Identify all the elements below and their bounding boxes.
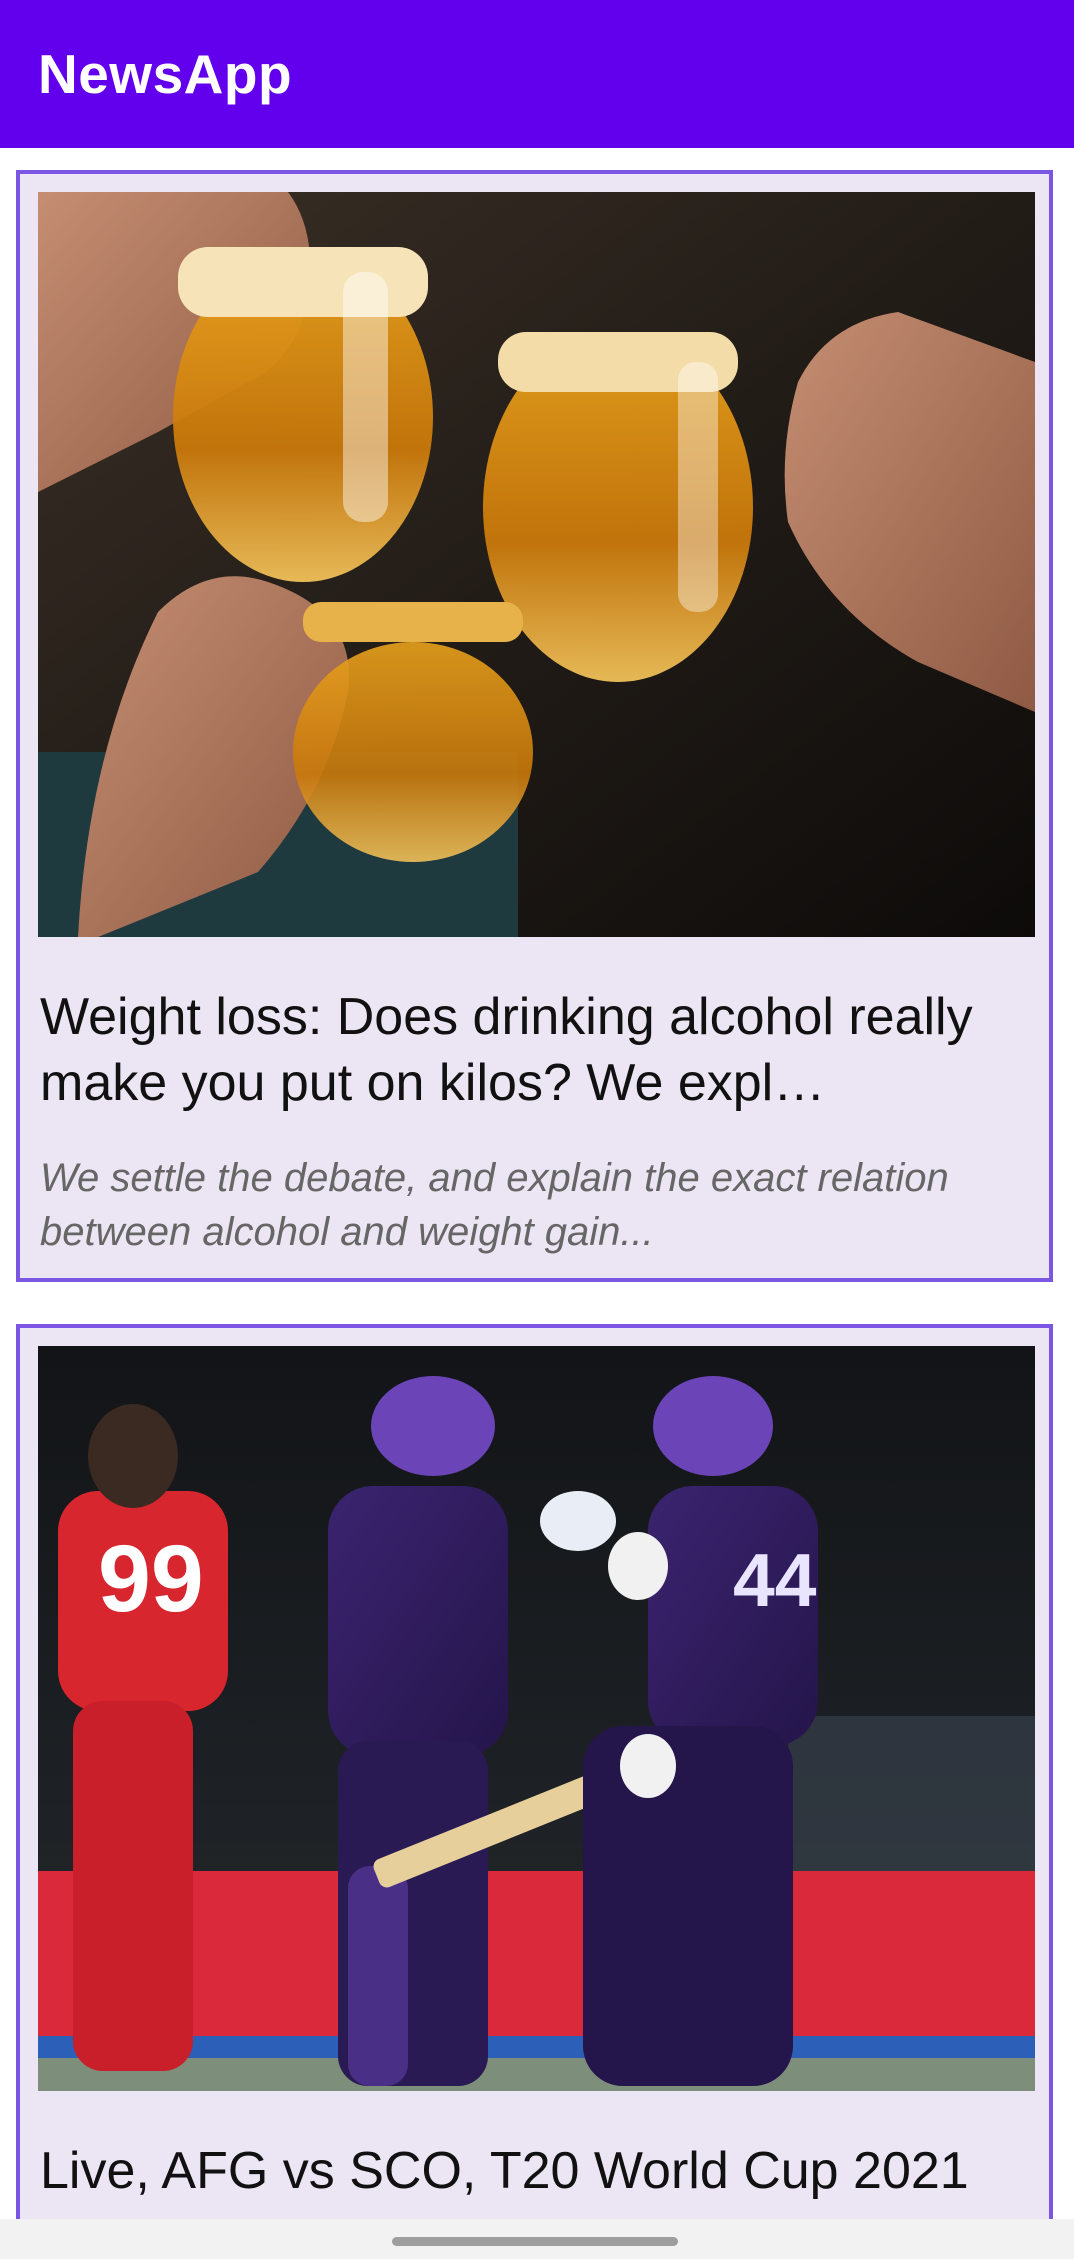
article-title: Live, AFG vs SCO, T20 World Cup 2021 (40, 2142, 969, 2200)
cricket-players-photo: 99 44 (38, 1346, 1035, 2091)
article-image (38, 192, 1035, 937)
news-card[interactable]: Weight loss: Does drinking alcohol reall… (16, 170, 1053, 1282)
svg-text:44: 44 (733, 1538, 817, 1622)
news-card[interactable]: 99 44 Live, AFG vs SCO, T20 World Cup 20… (16, 1324, 1053, 2219)
svg-text:99: 99 (98, 1526, 204, 1632)
article-description: We settle the debate, and explain the ex… (40, 1156, 949, 1254)
article-title: Weight loss: Does drinking alcohol reall… (40, 988, 973, 1112)
system-nav-bar (0, 2219, 1074, 2259)
beer-mugs-toast-photo (38, 192, 1035, 937)
gesture-handle[interactable] (392, 2237, 678, 2246)
app-title: NewsApp (38, 43, 293, 105)
news-feed[interactable]: Weight loss: Does drinking alcohol reall… (0, 148, 1074, 2219)
article-image: 99 44 (38, 1346, 1035, 2091)
app-bar: NewsApp (0, 0, 1074, 148)
